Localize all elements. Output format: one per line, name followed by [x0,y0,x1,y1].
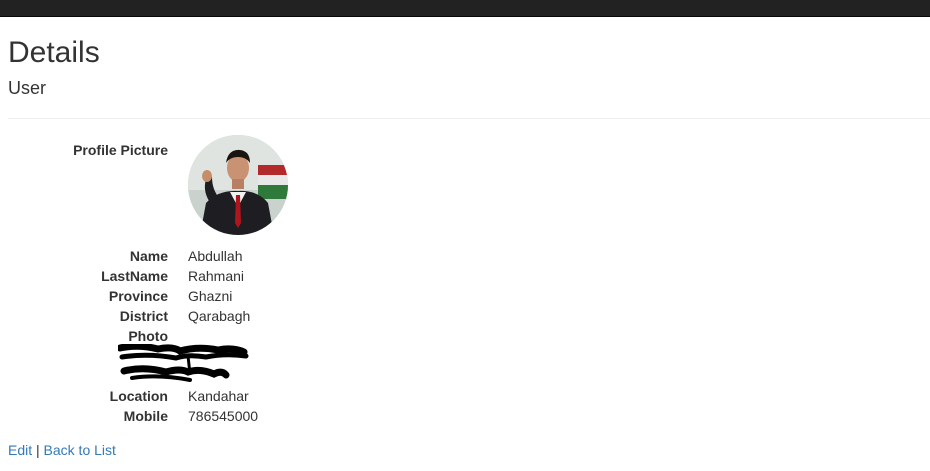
edit-link[interactable]: Edit [8,442,32,458]
actions-bar: Edit | Back to List [8,440,116,460]
redacted-photo-scribble [116,342,258,389]
province-row: Province Ghazni [8,286,930,306]
mobile-row: Mobile 786545000 [8,406,930,426]
name-label: Name [129,248,168,264]
lastname-label: LastName [101,268,168,284]
divider [8,118,930,119]
profile-picture-label: Profile Picture [73,142,168,158]
district-label: District [119,308,168,324]
profile-picture-avatar [188,135,288,235]
mobile-value: 786545000 [188,408,259,424]
name-value: Abdullah [188,248,243,264]
profile-picture-row: Profile Picture [8,135,930,246]
lastname-row: LastName Rahmani [8,266,930,286]
province-value: Ghazni [188,288,233,304]
details-list: Profile Picture Name Abdullah LastName R… [8,135,930,426]
mobile-label: Mobile [123,408,168,424]
photo-row: Photo [8,326,930,386]
lastname-value: Rahmani [188,268,245,284]
location-value: Kandahar [188,388,249,404]
name-row: Name Abdullah [8,246,930,266]
district-value: Qarabagh [188,308,251,324]
photo-label: Photo [128,328,168,344]
location-label: Location [109,388,168,404]
page-title: Details [8,36,100,69]
back-to-list-link[interactable]: Back to List [44,442,116,458]
page-subtitle: User [8,78,47,98]
district-row: District Qarabagh [8,306,930,326]
location-row: Location Kandahar [8,386,930,406]
navbar [0,0,930,17]
link-separator: | [36,442,40,458]
province-label: Province [108,288,168,304]
